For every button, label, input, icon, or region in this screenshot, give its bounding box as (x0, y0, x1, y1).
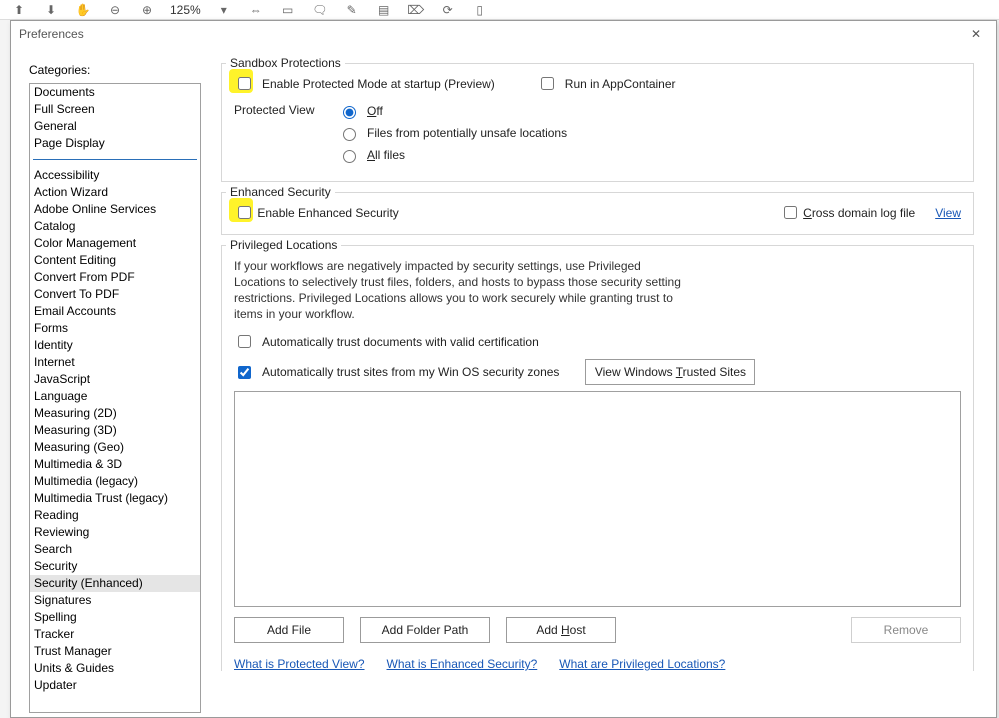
category-item[interactable]: Multimedia & 3D (30, 456, 200, 473)
sandbox-group: Sandbox Protections Enable Protected Mod… (221, 63, 974, 182)
down-icon[interactable]: ⬇ (42, 1, 60, 19)
category-item[interactable]: Color Management (30, 235, 200, 252)
category-item[interactable]: Convert To PDF (30, 286, 200, 303)
rotate-icon[interactable]: ⟳ (439, 1, 457, 19)
zoom-out-icon[interactable]: ⊖ (106, 1, 124, 19)
pv-off-radio[interactable] (343, 106, 356, 119)
pv-unsafe-radio[interactable] (343, 128, 356, 141)
category-item[interactable]: Action Wizard (30, 184, 200, 201)
add-folder-button[interactable]: Add Folder Path (360, 617, 490, 643)
trust-cert-label: Automatically trust documents with valid… (262, 335, 539, 349)
enhanced-security-checkbox[interactable] (238, 206, 251, 219)
app-container-checkbox[interactable] (541, 77, 554, 90)
category-item[interactable]: Accessibility (30, 167, 200, 184)
dropdown-icon[interactable]: ▾ (215, 1, 233, 19)
close-icon[interactable]: ✕ (964, 24, 988, 44)
protected-mode-label: Enable Protected Mode at startup (Previe… (262, 77, 495, 91)
add-file-button[interactable]: Add File (234, 617, 344, 643)
cross-domain-label: Cross domain log fileCross domain log fi… (803, 206, 915, 220)
trust-cert-checkbox[interactable] (238, 335, 251, 348)
trust-zones-label: Automatically trust sites from my Win OS… (262, 365, 559, 379)
category-item[interactable]: Trust Manager (30, 643, 200, 660)
what-are-privileged-locations-link[interactable]: What are Privileged Locations? (559, 657, 725, 671)
category-divider (33, 159, 197, 160)
category-item[interactable]: Full Screen (30, 101, 200, 118)
category-item[interactable]: General (30, 118, 200, 135)
stamp-icon[interactable]: ⌦ (407, 1, 425, 19)
what-is-protected-view-link[interactable]: What is Protected View? (234, 657, 365, 671)
remove-button[interactable]: Remove (851, 617, 961, 643)
category-item[interactable]: Forms (30, 320, 200, 337)
category-item[interactable]: Adobe Online Services (30, 201, 200, 218)
app-container-label: Run in AppContainer (565, 77, 676, 91)
category-item[interactable]: Language (30, 388, 200, 405)
enhanced-title: Enhanced Security (226, 185, 335, 199)
trust-zones-checkbox[interactable] (238, 366, 251, 379)
category-item[interactable]: Spelling (30, 609, 200, 626)
fit-width-icon[interactable]: ⇔ (247, 1, 265, 19)
category-item[interactable]: Security (Enhanced) (30, 575, 200, 592)
category-item[interactable]: Internet (30, 354, 200, 371)
dialog-titlebar: Preferences ✕ (11, 21, 996, 47)
protected-mode-checkbox[interactable] (238, 77, 251, 90)
note-icon[interactable]: 🗨 (311, 1, 329, 19)
pv-off-label: OOffff (367, 104, 383, 118)
privileged-list[interactable] (234, 391, 961, 607)
category-item[interactable]: Security (30, 558, 200, 575)
category-item[interactable]: Content Editing (30, 252, 200, 269)
category-item[interactable]: JavaScript (30, 371, 200, 388)
enhanced-group: Enhanced Security Cross domain log fileC… (221, 192, 974, 235)
add-host-button[interactable]: Add HostAdd Host (506, 617, 616, 643)
zoom-value[interactable]: 125% (170, 3, 201, 17)
hand-icon[interactable]: ✋ (74, 1, 92, 19)
pencil-icon[interactable]: ✎ (343, 1, 361, 19)
dialog-title: Preferences (19, 27, 84, 41)
view-logfile-link[interactable]: View (935, 206, 961, 220)
enhanced-security-label: Enable Enhanced Security (257, 206, 398, 220)
cross-domain-checkbox[interactable] (784, 206, 797, 219)
category-item[interactable]: Updater (30, 677, 200, 694)
app-toolbar: ⬆ ⬇ ✋ ⊖ ⊕ 125% ▾ ⇔ ▭ 🗨 ✎ ▤ ⌦ ⟳ ▯ (0, 0, 999, 20)
zoom-in-icon[interactable]: ⊕ (138, 1, 156, 19)
pv-all-radio[interactable] (343, 150, 356, 163)
category-item[interactable]: Units & Guides (30, 660, 200, 677)
category-item[interactable]: Multimedia Trust (legacy) (30, 490, 200, 507)
categories-header: Categories: (29, 63, 201, 77)
category-item[interactable]: Measuring (Geo) (30, 439, 200, 456)
highlight-icon[interactable]: ▤ (375, 1, 393, 19)
category-item[interactable]: Email Accounts (30, 303, 200, 320)
preferences-dialog: Preferences ✕ Categories: DocumentsFull … (10, 20, 997, 718)
category-item[interactable]: Signatures (30, 592, 200, 609)
up-icon[interactable]: ⬆ (10, 1, 28, 19)
category-item[interactable]: Convert From PDF (30, 269, 200, 286)
privileged-title: Privileged Locations (226, 238, 341, 252)
sandbox-title: Sandbox Protections (226, 56, 345, 70)
category-item[interactable]: Catalog (30, 218, 200, 235)
what-is-enhanced-security-link[interactable]: What is Enhanced Security? (387, 657, 538, 671)
category-item[interactable]: Search (30, 541, 200, 558)
page-count-icon[interactable]: ▯ (471, 1, 489, 19)
category-item[interactable]: Reading (30, 507, 200, 524)
category-item[interactable]: Identity (30, 337, 200, 354)
category-item[interactable]: Measuring (3D) (30, 422, 200, 439)
fit-page-icon[interactable]: ▭ (279, 1, 297, 19)
category-item[interactable]: Reviewing (30, 524, 200, 541)
privileged-help-text: If your workflows are negatively impacte… (234, 258, 694, 322)
protected-view-label: Protected View (234, 103, 320, 169)
category-item[interactable]: Documents (30, 84, 200, 101)
privileged-group: Privileged Locations If your workflows a… (221, 245, 974, 671)
view-trusted-sites-button[interactable]: View Windows Trusted Sites View Windows … (585, 359, 755, 385)
category-item[interactable]: Measuring (2D) (30, 405, 200, 422)
category-item[interactable]: Tracker (30, 626, 200, 643)
pv-unsafe-label: Files from potentially unsafe locations (367, 126, 567, 140)
pv-all-label: All filesAll files (367, 148, 405, 162)
category-item[interactable]: Page Display (30, 135, 200, 152)
categories-listbox[interactable]: DocumentsFull ScreenGeneralPage Display A… (29, 83, 201, 713)
category-item[interactable]: Multimedia (legacy) (30, 473, 200, 490)
